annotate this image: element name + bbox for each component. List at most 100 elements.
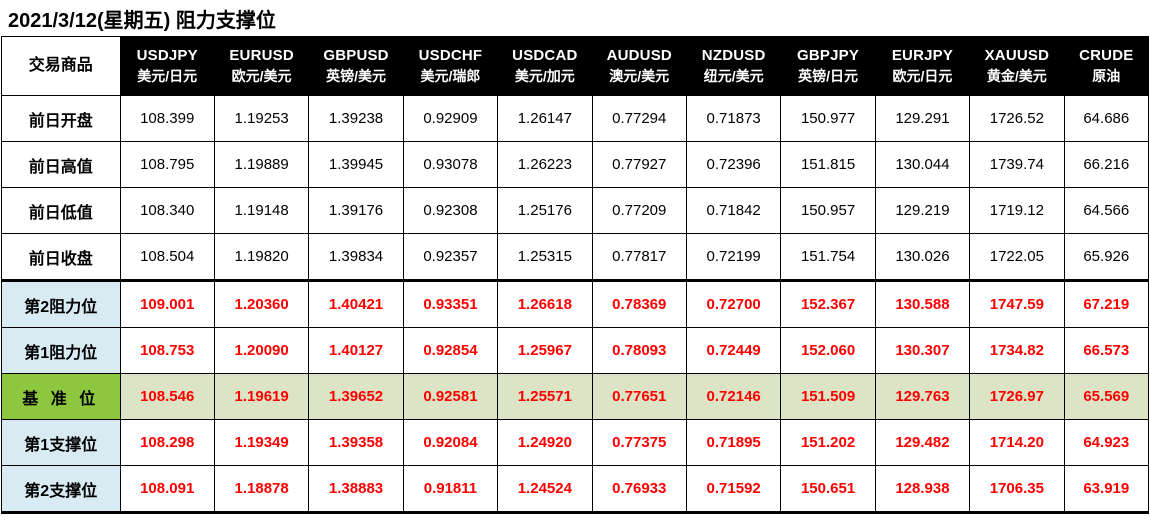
cell-value: 64.566 [1063,187,1150,234]
cell-value: 0.93078 [402,141,499,188]
table-row: 基 准 位 108.546 1.19619 1.39652 0.92581 1.25571… [1,373,1150,420]
cell-value: 64.686 [1063,95,1150,142]
cell-value: 1.40421 [308,280,404,328]
cell-value: 1.19253 [213,95,310,142]
cell-value: 108.504 [119,233,215,282]
cell-value: 63.919 [1063,465,1150,514]
cell-value: 1.19349 [213,419,310,466]
cell-value: 150.651 [780,465,876,514]
table-body: 前日开盘 108.399 1.19253 1.39238 0.92909 1.26147 0… [1,95,1150,514]
header-pair-code: NZDUSD [701,47,766,65]
header-row: 交易商品 USDJPY 美元/日元 EURUSD 欧元/美元 GBPUSD 英镑/美元 US… [1,36,1150,96]
header-pair-name-cn: 黄金/美元 [986,67,1047,84]
header-pair-code: CRUDE [1079,47,1134,65]
cell-value: 1714.20 [969,419,1065,466]
header-pair-code: GBPJPY [797,47,860,65]
cell-value: 1.39945 [308,141,404,188]
cell-value: 1.18878 [213,465,310,514]
header-col-xauusd: XAUUSD 黄金/美元 [969,36,1065,96]
cell-value: 1722.05 [969,233,1065,282]
cell-value: 150.977 [780,95,876,142]
title-bar: 2021/3/12(星期五) 阻力支撑位 [0,0,1150,36]
cell-value: 1.20090 [213,327,310,374]
cell-value: 0.72396 [685,141,782,188]
cell-value: 0.72199 [685,233,782,282]
cell-value: 108.795 [119,141,215,188]
cell-value: 128.938 [874,465,971,514]
cell-value: 0.92308 [402,187,499,234]
cell-value: 152.060 [780,327,876,374]
cell-value: 1726.52 [969,95,1065,142]
row-label: 前日低值 [1,187,121,234]
header-col-audusd: AUDUSD 澳元/美元 [591,36,687,96]
table-row: 前日低值 108.340 1.19148 1.39176 0.92308 1.25176 0… [1,187,1150,234]
cell-value: 1.38883 [308,465,404,514]
cell-value: 0.77209 [591,187,687,234]
cell-value: 1706.35 [969,465,1065,514]
cell-value: 0.71592 [685,465,782,514]
cell-value: 130.307 [874,327,971,374]
row-label: 前日收盘 [1,233,121,282]
cell-value: 0.92084 [402,419,499,466]
page-root: 2021/3/12(星期五) 阻力支撑位 交易商品 USDJPY 美元/日元 EUR… [0,0,1150,524]
cell-value: 0.71842 [685,187,782,234]
cell-value: 66.216 [1063,141,1150,188]
page-title: 2021/3/12(星期五) 阻力支撑位 [8,9,276,32]
table-head: 交易商品 USDJPY 美元/日元 EURUSD 欧元/美元 GBPUSD 英镑/美元 US… [1,36,1150,96]
cell-value: 1726.97 [969,373,1065,420]
table-row: 第2支撑位 108.091 1.18878 1.38883 0.91811 1.24524… [1,465,1150,514]
cell-value: 0.77927 [591,141,687,188]
cell-value: 130.588 [874,280,971,328]
cell-value: 0.91811 [402,465,499,514]
cell-value: 1.19820 [213,233,310,282]
header-instrument-label: 交易商品 [1,36,121,96]
header-pair-code: USDCAD [512,47,578,65]
header-pair-code: EURUSD [229,47,294,65]
header-pair-code: XAUUSD [984,47,1050,65]
header-col-eurjpy: EURJPY 欧元/日元 [874,36,971,96]
cell-value: 0.77817 [591,233,687,282]
header-col-crude: CRUDE 原油 [1063,36,1150,96]
cell-value: 0.78093 [591,327,687,374]
cell-value: 0.92357 [402,233,499,282]
cell-value: 0.72449 [685,327,782,374]
cell-value: 1.25571 [497,373,593,420]
cell-value: 108.091 [119,465,215,514]
header-col-gbpusd: GBPUSD 英镑/美元 [308,36,404,96]
cell-value: 108.753 [119,327,215,374]
header-pair-code: USDCHF [418,47,483,65]
cell-value: 109.001 [119,280,215,328]
header-pair-name-cn: 英镑/美元 [326,67,386,84]
row-label: 第1支撑位 [1,419,121,466]
header-pair-code: GBPUSD [323,47,389,65]
cell-value: 108.298 [119,419,215,466]
cell-value: 1.39176 [308,187,404,234]
cell-value: 151.202 [780,419,876,466]
cell-value: 130.026 [874,233,971,282]
cell-value: 108.546 [119,373,215,420]
cell-value: 150.957 [780,187,876,234]
header-col-usdcad: USDCAD 美元/加元 [497,36,593,96]
table-row: 第1阻力位 108.753 1.20090 1.40127 0.92854 1.25967… [1,327,1150,374]
row-label: 第2阻力位 [1,280,121,328]
cell-value: 1.24524 [497,465,593,514]
header-pair-name-cn: 美元/日元 [137,67,198,84]
cell-value: 1.39834 [308,233,404,282]
cell-value: 0.92854 [402,327,499,374]
header-col-eurusd: EURUSD 欧元/美元 [213,36,310,96]
table-row: 前日收盘 108.504 1.19820 1.39834 0.92357 1.25315 0… [1,233,1150,282]
cell-value: 129.291 [874,95,971,142]
cell-value: 1.25967 [497,327,593,374]
cell-value: 1.39238 [308,95,404,142]
cell-value: 151.509 [780,373,876,420]
cell-value: 0.93351 [402,280,499,328]
header-pair-name-cn: 澳元/美元 [609,67,670,84]
cell-value: 129.482 [874,419,971,466]
cell-value: 1.26223 [497,141,593,188]
row-label: 第2支撑位 [1,465,121,514]
cell-value: 1739.74 [969,141,1065,188]
cell-value: 0.76933 [591,465,687,514]
cell-value: 1.25315 [497,233,593,282]
cell-value: 0.92581 [402,373,499,420]
header-col-usdjpy: USDJPY 美元/日元 [119,36,215,96]
